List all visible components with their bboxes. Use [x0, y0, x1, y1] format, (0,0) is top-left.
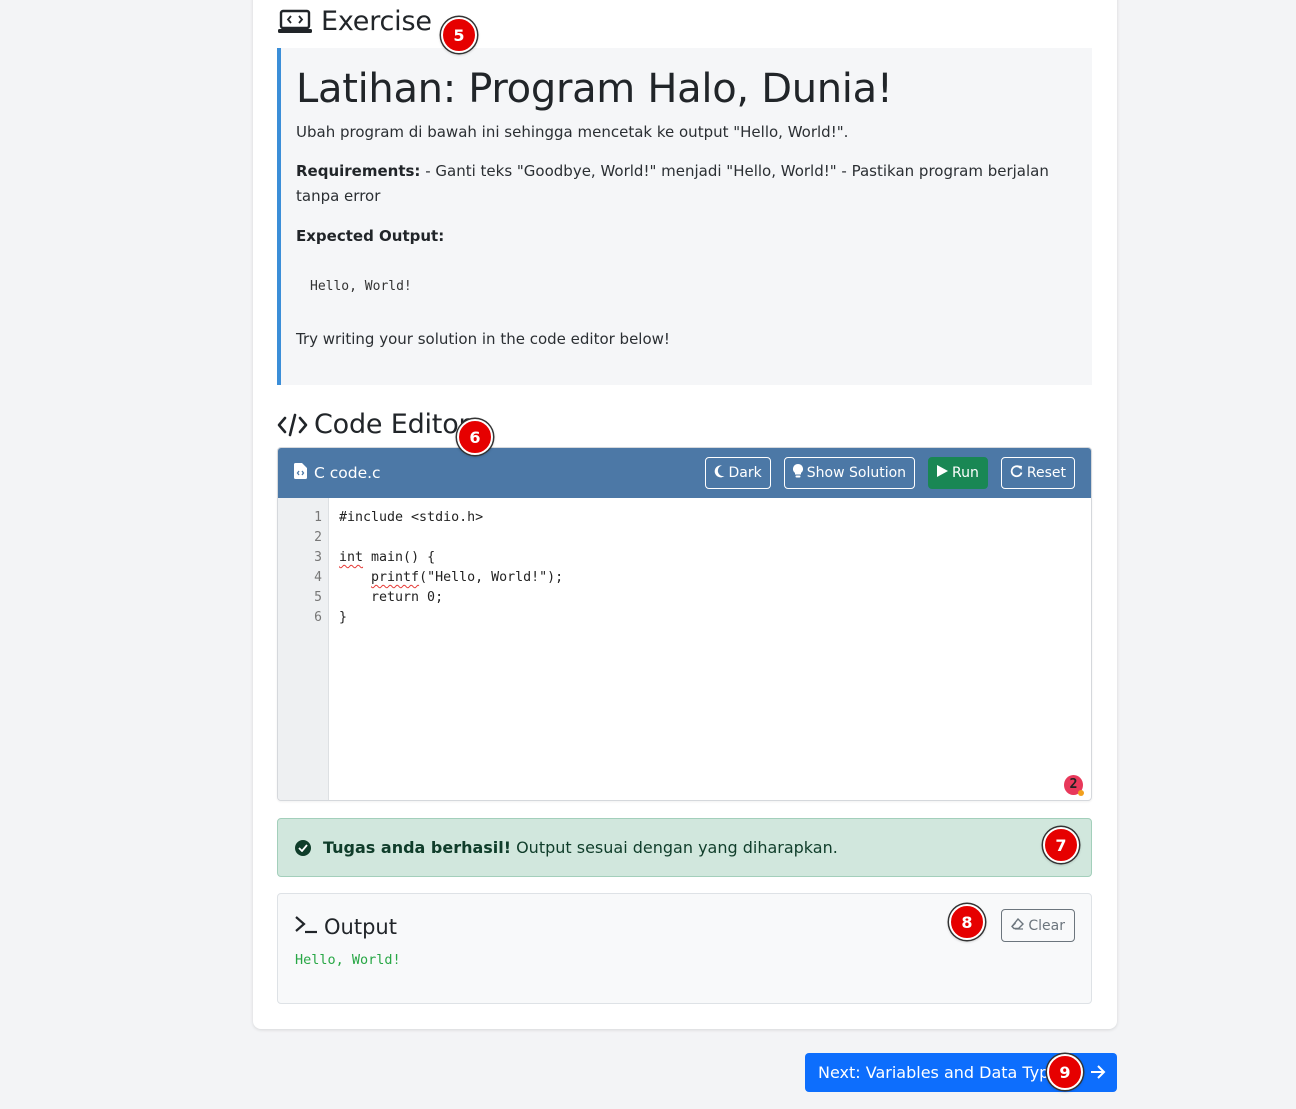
- code-line-1: #include <stdio.h>: [339, 510, 484, 525]
- code-icon: [277, 413, 308, 437]
- code-editor-heading-text: Code Editor: [314, 409, 470, 440]
- code-line-3-rest: main() {: [363, 550, 436, 565]
- exercise-hint: Try writing your solution in the code ed…: [296, 330, 670, 348]
- laptop-code-icon: [278, 9, 312, 35]
- annotation-badge-9: 9: [1047, 1054, 1083, 1090]
- file-name: C code.c: [314, 464, 381, 482]
- annotation-badge-6: 6: [457, 419, 493, 455]
- code-editor-heading: Code Editor: [277, 409, 470, 440]
- line-number: 5: [314, 590, 322, 605]
- code-line-3: int main() {: [339, 548, 1091, 568]
- play-icon: [937, 465, 949, 481]
- eraser-icon: [1011, 917, 1025, 934]
- editor-toolbar: C code.c Dark Show Solution Run Reset: [278, 448, 1091, 498]
- exercise-title: Latihan: Program Halo, Dunia!: [296, 66, 893, 112]
- line-number: 3: [314, 550, 322, 565]
- code-line-6: }: [339, 610, 348, 625]
- requirements-label: Requirements:: [296, 162, 421, 180]
- expected-output-label: Expected Output:: [296, 227, 445, 245]
- problems-indicator[interactable]: 2: [1064, 775, 1084, 796]
- arrow-right-icon: [1090, 1062, 1106, 1086]
- line-number: 2: [314, 530, 322, 545]
- exercise-box: Latihan: Program Halo, Dunia! Ubah progr…: [277, 48, 1092, 385]
- reset-button[interactable]: Reset: [1000, 457, 1075, 489]
- code-line-4-rest: ("Hello, World!");: [419, 570, 564, 585]
- code-line-4: printf("Hello, World!");: [339, 568, 1091, 588]
- run-label: Run: [952, 465, 979, 481]
- show-solution-button[interactable]: Show Solution: [783, 457, 916, 489]
- show-solution-label: Show Solution: [806, 465, 907, 481]
- annotation-badge-5: 5: [441, 17, 477, 53]
- output-text: Hello, World!: [295, 952, 401, 968]
- clear-label: Clear: [1028, 917, 1065, 934]
- terminal-icon: [294, 914, 324, 939]
- editor-body[interactable]: 1 2 3 4 5 6 #include <stdio.h> int main(…: [278, 498, 1091, 800]
- success-alert: Tugas anda berhasil! Output sesuai denga…: [277, 818, 1092, 877]
- annotation-badge-8: 8: [949, 904, 985, 940]
- moon-icon: [714, 464, 725, 482]
- alert-text: Output sesuai dengan yang diharapkan.: [516, 838, 838, 857]
- output-heading: Output: [294, 914, 397, 939]
- exercise-heading: Exercise: [278, 6, 432, 37]
- line-number-gutter: 1 2 3 4 5 6: [278, 498, 329, 800]
- dark-mode-button[interactable]: Dark: [704, 457, 771, 489]
- exercise-requirements: Requirements: - Ganti teks "Goodbye, Wor…: [296, 159, 1076, 209]
- annotation-badge-7: 7: [1043, 827, 1079, 863]
- code-line-5: return 0;: [339, 590, 444, 605]
- code-editor: C code.c Dark Show Solution Run Reset 1 …: [277, 447, 1092, 801]
- expected-output-code: Hello, World!: [310, 279, 412, 294]
- code-keyword-int: int: [339, 550, 364, 565]
- lightbulb-icon: [792, 464, 803, 482]
- line-number: 6: [314, 610, 322, 625]
- code-area[interactable]: #include <stdio.h> int main() { printf("…: [329, 498, 1091, 800]
- code-printf: printf: [371, 570, 420, 585]
- check-circle-icon: [295, 839, 311, 856]
- output-heading-text: Output: [324, 914, 397, 939]
- exercise-heading-text: Exercise: [321, 6, 432, 37]
- editor-actions: Dark Show Solution Run Reset: [704, 457, 1075, 489]
- editor-file-label: C code.c: [294, 463, 381, 483]
- reset-icon: [1010, 464, 1023, 482]
- alert-title: Tugas anda berhasil!: [323, 838, 512, 857]
- next-lesson-label: Next: Variables and Data Types: [818, 1063, 1068, 1082]
- clear-output-button[interactable]: Clear: [1001, 909, 1075, 942]
- dark-mode-label: Dark: [728, 465, 762, 481]
- reset-label: Reset: [1026, 465, 1066, 481]
- line-number: 4: [314, 570, 322, 585]
- line-number: 1: [314, 510, 322, 525]
- exercise-description: Ubah program di bawah ini sehingga mence…: [296, 123, 849, 141]
- file-code-icon: [294, 463, 314, 483]
- run-button[interactable]: Run: [928, 457, 988, 489]
